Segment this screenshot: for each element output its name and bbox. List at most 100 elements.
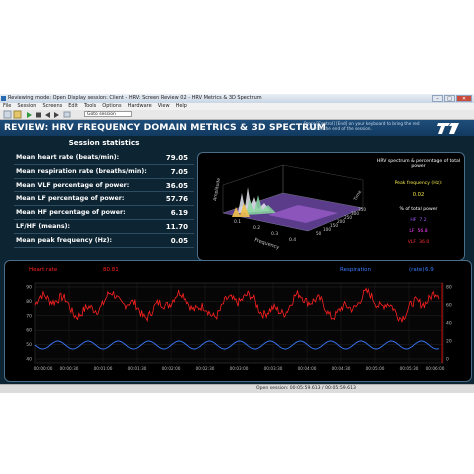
- left-axis-tick: 80: [26, 299, 32, 305]
- back-icon[interactable]: [45, 112, 50, 118]
- play-icon[interactable]: [27, 112, 32, 118]
- new-icon[interactable]: [3, 110, 12, 119]
- toolbar: Goto session: [0, 110, 474, 120]
- time-axis-tick: 00:01:30: [128, 366, 147, 371]
- stat-row: Mean VLF percentage of power: 36.05: [14, 180, 194, 194]
- session-position: Open session: 00:05:59.613 / 00:05:59.61…: [256, 386, 356, 391]
- divider: [14, 218, 194, 220]
- window-title: Reviewing mode: Open Display session: Cl…: [8, 95, 262, 101]
- stat-row: Mean peak frequency (Hz): 0.05: [14, 235, 194, 249]
- divider: [14, 232, 194, 234]
- menu-bar: File Session Screens Edit Tools Options …: [0, 103, 474, 110]
- trend-chart: Heart rate 80.81 Respiration (rate) 6.9 …: [26, 267, 452, 371]
- divider: [14, 246, 194, 248]
- goto-session-select[interactable]: Goto session: [84, 111, 132, 117]
- right-axis-tick: 0: [446, 357, 449, 363]
- vlf-power-row: VLF 36.0: [376, 240, 461, 245]
- peak-frequency-value: 0.02: [412, 192, 425, 198]
- left-axis-tick: 60: [26, 328, 32, 334]
- amplitude-axis-label: Amplitude: [212, 177, 222, 201]
- freq-tick: 0.3: [271, 231, 278, 237]
- stat-value: 7.05: [170, 167, 188, 176]
- power-percent-label: % of total power: [399, 207, 438, 212]
- menu-hardware[interactable]: Hardware: [128, 103, 152, 110]
- menu-edit[interactable]: Edit: [68, 103, 78, 110]
- divider: [14, 177, 194, 179]
- left-axis-tick: 50: [26, 342, 32, 348]
- respiration-value: 6.9: [425, 267, 434, 273]
- stat-row: LF/HF (means): 11.70: [14, 221, 194, 235]
- vlf-value: 36.0: [419, 240, 430, 245]
- time-tick: 50: [316, 231, 322, 236]
- time-axis-tick: 00:02:30: [196, 366, 215, 371]
- time-axis-tick: 00:02:00: [162, 366, 181, 371]
- status-bar: Open session: 00:05:59.613 / 00:05:59.61…: [0, 384, 474, 393]
- peak-frequency-label: Peak frequency (Hz):: [394, 181, 443, 186]
- stat-label: Mean LF percentage of power:: [16, 195, 125, 203]
- hf-power-row: HF 7.2: [376, 218, 461, 223]
- time-axis-label: Time: [352, 189, 363, 203]
- forward-icon[interactable]: [54, 112, 59, 118]
- brand-logo-icon: [437, 123, 459, 134]
- divider: [14, 191, 194, 193]
- stat-label: Mean HF percentage of power:: [16, 209, 126, 217]
- stats-heading: Session statistics: [68, 138, 140, 147]
- open-icon[interactable]: [13, 110, 22, 119]
- vlf-label: VLF: [407, 240, 417, 245]
- right-axis-tick: 40: [446, 321, 452, 327]
- stat-row: Mean HF percentage of power: 6.19: [14, 207, 194, 221]
- right-axis-tick: 80: [446, 285, 452, 291]
- stat-row: Mean heart rate (beats/min): 79.05: [14, 152, 194, 166]
- legend-title: HRV spectrum & percentage of total power: [376, 159, 461, 169]
- stat-label: Mean VLF percentage of power:: [16, 181, 130, 189]
- screen-header: REVIEW: HRV FREQUENCY DOMAIN METRICS & 3…: [0, 120, 474, 136]
- stop-icon[interactable]: [36, 112, 41, 118]
- time-axis-tick: 00:00:30: [60, 366, 79, 371]
- minimize-button[interactable]: –: [432, 95, 443, 102]
- left-axis-tick: 70: [26, 313, 32, 319]
- time-axis-ticks: 00:00:00 00:00:30 00:01:00 00:01:30 00:02:00…: [34, 366, 445, 371]
- right-axis-tick: 20: [446, 339, 452, 345]
- window-controls: – □ ✕: [432, 95, 472, 102]
- lf-label: LF: [409, 229, 415, 234]
- menu-file[interactable]: File: [3, 103, 11, 110]
- trend-panel: Heart rate 80.81 Respiration (rate) 6.9 …: [4, 260, 472, 382]
- time-axis-tick: 00:05:00: [366, 366, 385, 371]
- time-axis-tick: 00:00:00: [34, 366, 53, 371]
- menu-help[interactable]: Help: [176, 103, 187, 110]
- menu-options[interactable]: Options: [102, 103, 121, 110]
- freq-tick: 0.1: [234, 219, 241, 225]
- menu-view[interactable]: View: [158, 103, 170, 110]
- stat-row: Mean respiration rate (breaths/min): 7.05: [14, 166, 194, 180]
- divider: [14, 205, 194, 207]
- freq-axis-label: Frequency: [253, 237, 279, 251]
- heart-rate-label: Heart rate: [29, 267, 58, 273]
- close-button[interactable]: ✕: [456, 95, 472, 102]
- divider: [14, 163, 194, 165]
- session-statistics: Session statistics Mean heart rate (beat…: [14, 138, 194, 258]
- time-axis-tick: 00:04:30: [332, 366, 351, 371]
- menu-tools[interactable]: Tools: [84, 103, 96, 110]
- maximize-button[interactable]: □: [444, 95, 455, 102]
- menu-session[interactable]: Session: [17, 103, 36, 110]
- time-axis-tick: 00:03:30: [264, 366, 283, 371]
- stat-value: 79.05: [165, 154, 188, 162]
- respiration-label: Respiration: [340, 267, 372, 273]
- respiration-rate-label: (rate): [409, 267, 424, 273]
- time-axis-tick: 00:06:00: [426, 366, 445, 371]
- stat-value: 11.70: [165, 222, 188, 231]
- left-axis-tick: 40: [26, 357, 32, 363]
- stat-label: Mean peak frequency (Hz):: [16, 236, 112, 244]
- left-axis-tick: 90: [26, 285, 32, 291]
- stat-value: 57.76: [165, 195, 188, 204]
- stat-label: Mean heart rate (beats/min):: [16, 154, 120, 161]
- hf-value: 7.2: [419, 218, 427, 223]
- page-title: REVIEW: HRV FREQUENCY DOMAIN METRICS & 3…: [4, 122, 327, 133]
- menu-screens[interactable]: Screens: [42, 103, 62, 110]
- settings-icon[interactable]: [63, 111, 71, 118]
- hrv-spectrum-panel: 0.1 0.2 0.3 0.4 Frequency Amplitude 50 1…: [197, 152, 465, 261]
- right-axis-tick: 60: [446, 303, 452, 309]
- stat-label: LF/HF (means):: [16, 222, 70, 230]
- right-axis-ticks: 80 60 40 20 0: [446, 285, 452, 363]
- lf-value: 56.8: [417, 229, 428, 234]
